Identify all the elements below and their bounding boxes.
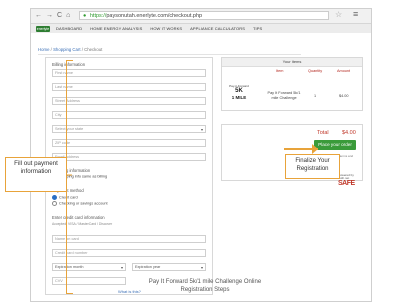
breadcrumb-cart[interactable]: Shopping Cart (53, 47, 80, 52)
first-name-field[interactable]: First name (52, 69, 206, 77)
nav-home-energy-analysis[interactable]: HOME ENERGY ANALYSIS (90, 26, 142, 31)
state-select[interactable]: Select your state (52, 125, 206, 133)
site-logo[interactable]: enerlyte (36, 25, 50, 32)
zip-field[interactable]: ZIP code (52, 139, 206, 147)
items-panel: Your items Item Quantity Amount Pay-it-F… (221, 57, 363, 111)
total-label: Total (317, 130, 329, 136)
radio-selected-icon (52, 195, 57, 200)
product-quantity: 1 (314, 94, 317, 98)
forward-button[interactable]: → (46, 9, 53, 23)
callout-payment-info: Fill out payment information (5, 157, 67, 192)
col-quantity: Quantity (308, 69, 323, 73)
nav-appliance-calculators[interactable]: APPLIANCE CALCULATORS (190, 26, 245, 31)
image-caption: Pay It Forward 5k/1 mile Challenge Onlin… (148, 279, 262, 293)
safe-badge: Powered by Auth.net SAFE (338, 173, 355, 188)
street-field[interactable]: Street Address (52, 97, 206, 105)
nav-dashboard[interactable]: DASHBOARD (56, 26, 82, 31)
product-amount: $4.00 (339, 94, 349, 98)
cvv-help-link[interactable]: What is this? (118, 289, 141, 294)
name-on-card-field[interactable]: Name on card (52, 235, 206, 243)
product-description: Pay It Forward 5k/1 mile Challenge (267, 91, 301, 100)
city-field[interactable]: City (52, 111, 206, 119)
col-amount: Amount (337, 69, 351, 73)
reload-button[interactable]: C (57, 9, 62, 23)
card-number-field[interactable]: Credit card number (52, 249, 206, 257)
breadcrumb-home[interactable]: Home (38, 47, 49, 52)
bookmark-star-icon[interactable]: ☆ (335, 10, 342, 19)
nav-tips[interactable]: TIPS (253, 26, 262, 31)
url-scheme: https:// (89, 13, 107, 19)
checking-option[interactable]: Checking or savings account (52, 201, 108, 206)
card-title: Enter credit card information (52, 215, 105, 220)
callout-finalize: Finalize Your Registration (285, 154, 340, 179)
browser-menu-icon[interactable]: ≡ (353, 9, 358, 19)
items-header: Your items (222, 58, 362, 67)
breadcrumb: Home / Shopping Cart / Checkout (38, 47, 301, 55)
place-order-button[interactable]: Place your order (314, 140, 356, 150)
home-button[interactable]: ⌂ (66, 9, 70, 23)
exp-year-select[interactable]: Expiration year (132, 263, 206, 271)
radio-empty-icon (52, 201, 57, 206)
credit-card-option[interactable]: Credit card (52, 195, 78, 200)
exp-month-select[interactable]: Expiration month (52, 263, 126, 271)
url-input[interactable]: ● https://paysonutah.enerlyte.com/checko… (79, 11, 329, 20)
form-bracket (66, 60, 73, 294)
col-item: Item (276, 69, 284, 73)
breadcrumb-current: Checkout (84, 47, 103, 52)
cvv-field[interactable]: CVV (52, 277, 126, 285)
last-name-field[interactable]: Last name (52, 83, 206, 91)
product-logo: Pay-it-Forward 5K 1 MILE (229, 84, 249, 100)
address-bar-row: ← → C ⌂ ● https://paysonutah.enerlyte.co… (31, 9, 371, 24)
site-nav: enerlyte DASHBOARD HOME ENERGY ANALYSIS … (31, 24, 371, 33)
total-value: $4.00 (342, 130, 356, 136)
back-button[interactable]: ← (35, 9, 42, 23)
lock-icon: ● (83, 13, 87, 19)
nav-how-it-works[interactable]: HOW IT WORKS (150, 26, 182, 31)
email-field[interactable]: Email address (52, 153, 206, 161)
card-accepted-text: Accepted: VISA / MasterCard / Discover (52, 222, 113, 226)
url-path: paysonutah.enerlyte.com/checkout.php (106, 13, 203, 19)
